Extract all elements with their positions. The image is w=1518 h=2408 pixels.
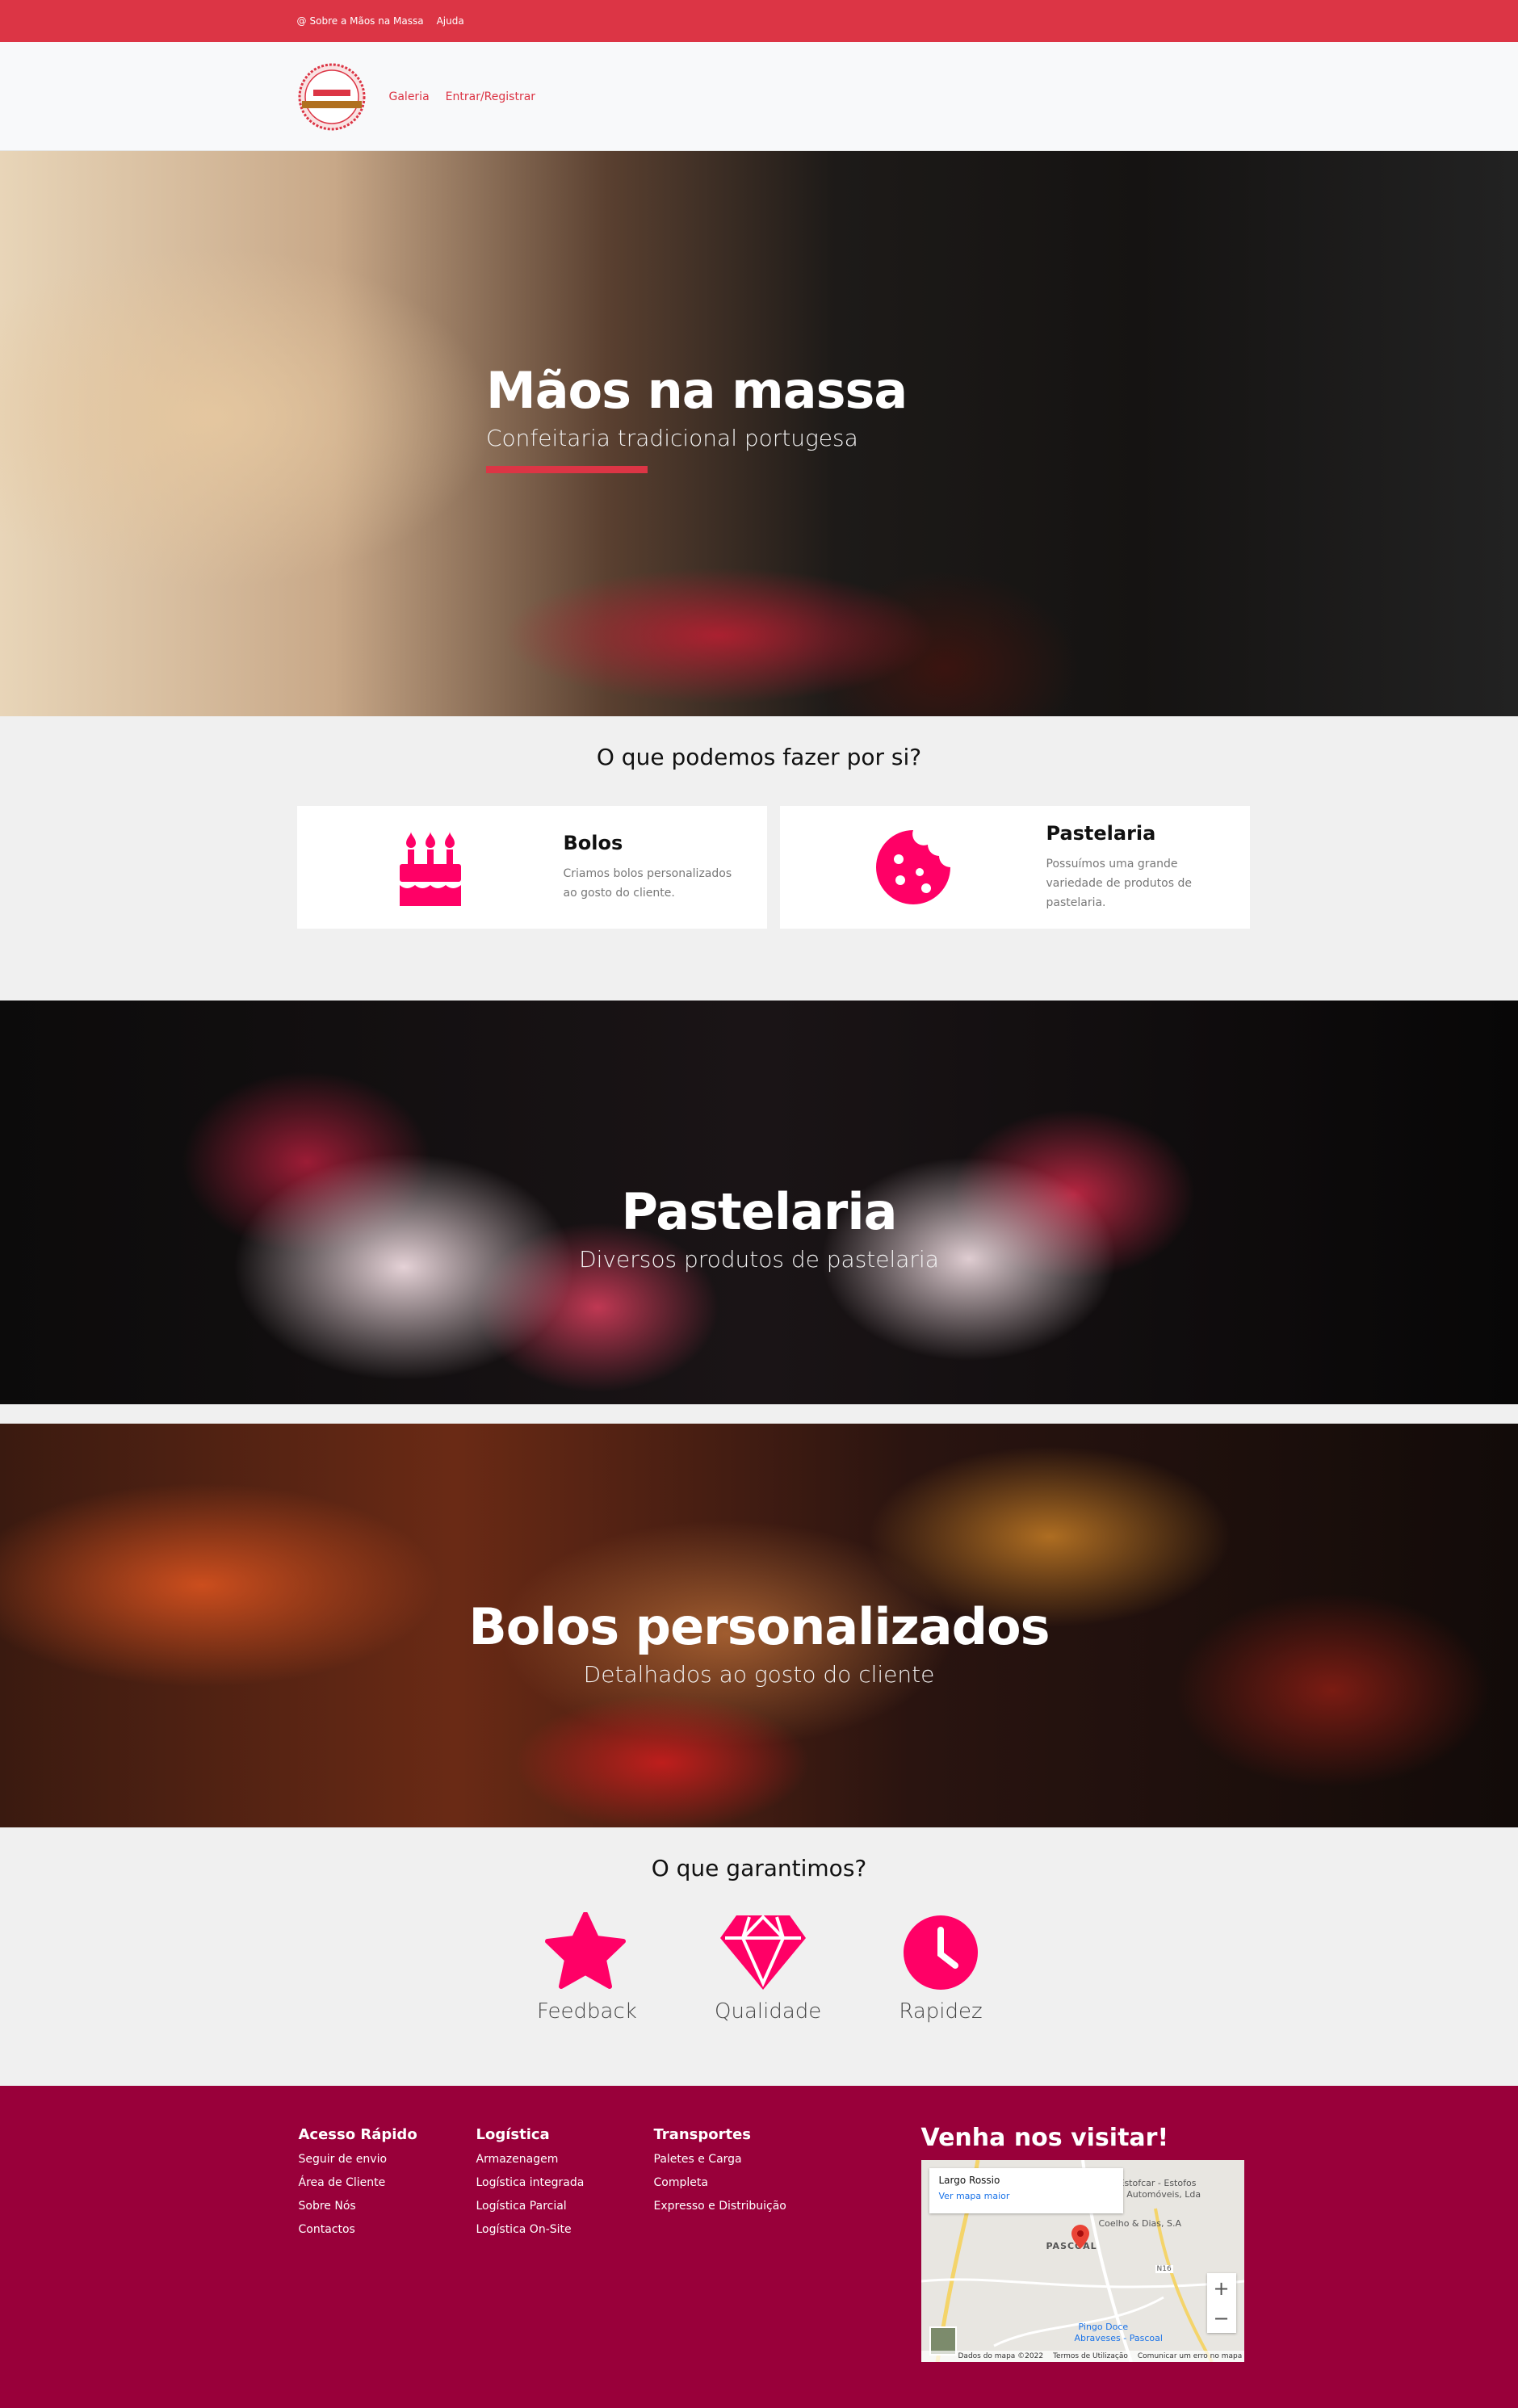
pastelaria-banner-subtitle: Diversos produtos de pastelaria bbox=[579, 1246, 939, 1273]
pastelaria-banner: Pastelaria Diversos produtos de pastelar… bbox=[0, 1001, 1518, 1404]
footer-link[interactable]: Logística On-Site bbox=[476, 2223, 654, 2236]
footer-col-title: Logística bbox=[476, 2126, 550, 2143]
bolos-banner-text: Bolos personalizados Detalhados ao gosto… bbox=[0, 1597, 1518, 1688]
hero-banner: Mãos na massa Confeitaria tradicional po… bbox=[0, 151, 1518, 716]
top-bar: @ Sobre a Mãos na Massa Ajuda bbox=[0, 0, 1518, 42]
guarantee-feedback: Feedback bbox=[537, 1911, 637, 2024]
footer-link[interactable]: Completa bbox=[654, 2176, 832, 2189]
service-card-pastelaria[interactable]: Pastelaria Possuímos uma grande variedad… bbox=[779, 806, 1250, 929]
guarantees-section: O que garantimos? Feedback Qualidade Rap… bbox=[0, 1827, 1518, 2086]
footer-col-transportes: Transportes Paletes e Carga Completa Exp… bbox=[654, 2126, 832, 2362]
cookie-icon bbox=[875, 830, 950, 904]
footer-col-logistica: Logística Armazenagem Logística integrad… bbox=[476, 2126, 654, 2362]
map-label: Pingo Doce bbox=[1078, 2322, 1129, 2332]
footer-link[interactable]: Armazenagem bbox=[476, 2153, 654, 2166]
at-icon: @ bbox=[296, 15, 307, 27]
hero-title: Mãos na massa bbox=[486, 361, 908, 420]
service-card-title: Bolos bbox=[563, 832, 623, 854]
nav-login-register[interactable]: Entrar/Registrar bbox=[446, 90, 535, 103]
guarantee-rapidez: Rapidez bbox=[892, 1912, 989, 2024]
footer-col-acesso: Acesso Rápido Seguir de envio Área de Cl… bbox=[299, 2126, 476, 2362]
bolos-banner-title: Bolos personalizados bbox=[468, 1597, 1050, 1656]
gem-icon bbox=[720, 1915, 806, 1990]
map-report-link[interactable]: Comunicar um erro no mapa bbox=[1138, 2352, 1242, 2360]
map-place-name: Largo Rossio bbox=[938, 2175, 1000, 2186]
view-larger-map-link[interactable]: Ver mapa maior bbox=[939, 2191, 1113, 2201]
footer: Acesso Rápido Seguir de envio Área de Cl… bbox=[0, 2086, 1518, 2408]
service-card-text: Criamos bolos personalizados ao gosto do… bbox=[563, 867, 732, 900]
map-terms-link[interactable]: Termos de Utilização bbox=[1053, 2352, 1128, 2360]
hero-subtitle: Confeitaria tradicional portugesa bbox=[486, 425, 858, 451]
service-card-title: Pastelaria bbox=[1046, 822, 1156, 845]
pastelaria-banner-text: Pastelaria Diversos produtos de pastelar… bbox=[0, 1182, 1518, 1273]
footer-col-title: Transportes bbox=[653, 2126, 752, 2143]
hero-text: Mãos na massa Confeitaria tradicional po… bbox=[486, 361, 908, 473]
footer-link[interactable]: Sobre Nós bbox=[299, 2200, 476, 2213]
map-data-credit: Dados do mapa ©2022 bbox=[958, 2352, 1044, 2360]
embedded-map[interactable]: PASCOAL Coelho & Dias, S.A Estofcar - Es… bbox=[920, 2160, 1244, 2362]
map-footer: Dados do mapa ©2022 Termos de Utilização… bbox=[920, 2351, 1244, 2362]
clock-icon bbox=[904, 1915, 978, 1990]
footer-link[interactable]: Logística Parcial bbox=[476, 2200, 654, 2213]
guarantee-label: Rapidez bbox=[899, 1999, 983, 2024]
nav-galeria[interactable]: Galeria bbox=[389, 90, 430, 103]
brand-logo[interactable] bbox=[297, 62, 367, 132]
map-place-card: Largo Rossio Ver mapa maior bbox=[929, 2168, 1123, 2213]
zoom-out-button[interactable]: − bbox=[1213, 2307, 1229, 2330]
about-link[interactable]: @ Sobre a Mãos na Massa bbox=[297, 15, 424, 27]
pastelaria-banner-title: Pastelaria bbox=[621, 1182, 898, 1241]
visit-title: Venha nos visitar! bbox=[920, 2124, 1169, 2152]
nav-links: Galeria Entrar/Registrar bbox=[389, 90, 536, 103]
guarantee-label: Qualidade bbox=[715, 1999, 822, 2024]
map-pin-icon[interactable] bbox=[1071, 2225, 1089, 2249]
map-label: Estofcar - Estofos bbox=[1118, 2178, 1197, 2188]
map-zoom-controls: + − bbox=[1206, 2273, 1236, 2333]
guarantee-qualidade: Qualidade bbox=[715, 1912, 822, 2024]
services-title: O que podemos fazer por si? bbox=[596, 744, 922, 770]
services-section: O que podemos fazer por si? Bolos Criamo… bbox=[0, 716, 1518, 1001]
map-label: Coelho & Dias, S.A bbox=[1098, 2218, 1182, 2229]
guarantee-items: Feedback Qualidade Rapidez bbox=[0, 1911, 1518, 2024]
service-card-bolos[interactable]: Bolos Criamos bolos personalizados ao go… bbox=[296, 806, 767, 929]
service-card-text: Possuímos uma grande variedade de produt… bbox=[1046, 858, 1192, 909]
birthday-cake-icon bbox=[399, 832, 461, 906]
footer-link[interactable]: Paletes e Carga bbox=[654, 2153, 832, 2166]
star-icon bbox=[545, 1911, 626, 1989]
navbar: Galeria Entrar/Registrar bbox=[0, 42, 1518, 151]
map-label: Abraveses - Pascoal bbox=[1074, 2333, 1163, 2343]
footer-link[interactable]: Logística integrada bbox=[476, 2176, 654, 2189]
footer-link[interactable]: Contactos bbox=[299, 2223, 476, 2236]
hero-underline bbox=[486, 466, 648, 473]
guarantee-label: Feedback bbox=[537, 1999, 637, 2024]
bolos-banner: Bolos personalizados Detalhados ao gosto… bbox=[0, 1424, 1518, 1827]
section-spacer bbox=[0, 1404, 1518, 1424]
logo-badge-icon bbox=[298, 63, 365, 130]
zoom-in-button[interactable]: + bbox=[1213, 2277, 1229, 2300]
map-label: N16 bbox=[1155, 2265, 1173, 2273]
footer-link[interactable]: Expresso e Distribuição bbox=[654, 2200, 832, 2213]
footer-link[interactable]: Área de Cliente bbox=[299, 2176, 476, 2189]
footer-col-title: Acesso Rápido bbox=[298, 2126, 417, 2143]
bolos-banner-subtitle: Detalhados ao gosto do cliente bbox=[583, 1661, 935, 1688]
help-link[interactable]: Ajuda bbox=[437, 15, 464, 27]
map-label: ra Automóveis, Lda bbox=[1114, 2189, 1201, 2200]
service-cards: Bolos Criamos bolos personalizados ao go… bbox=[269, 806, 1250, 929]
about-link-label: Sobre a Mãos na Massa bbox=[309, 15, 424, 27]
guarantees-title: O que garantimos? bbox=[651, 1855, 867, 1882]
footer-link[interactable]: Seguir de envio bbox=[299, 2153, 476, 2166]
footer-visit: Venha nos visitar! PASCOAL Coelho & Dias… bbox=[920, 2124, 1244, 2362]
